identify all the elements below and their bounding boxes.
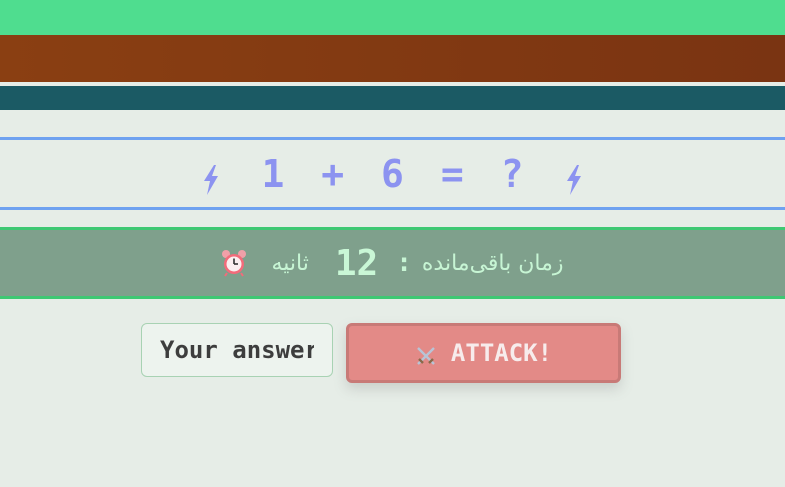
timer-row: زمان باقی‌مانده : 12 ثانیه	[0, 230, 785, 296]
timer-label: زمان باقی‌مانده	[421, 250, 564, 276]
attack-button[interactable]: ATTACK!	[346, 323, 621, 383]
water-strip	[0, 86, 785, 110]
lightning-bolt-icon	[202, 164, 220, 195]
timer-bar: زمان باقی‌مانده : 12 ثانیه	[0, 227, 785, 299]
dirt-strip	[0, 35, 785, 82]
lightning-bolt-icon	[565, 164, 583, 195]
equation-panel: 1 + 6 = ?	[0, 137, 785, 210]
alarm-clock-icon	[221, 249, 247, 277]
attack-label: ATTACK!	[450, 339, 553, 367]
timer-unit: ثانیه	[271, 250, 309, 276]
math-problem: 1 + 6 = ?	[261, 151, 524, 196]
answer-input[interactable]	[141, 323, 333, 377]
crossed-swords-icon	[415, 345, 437, 367]
timer-value: 12	[334, 242, 379, 284]
equation-row: 1 + 6 = ?	[0, 140, 785, 207]
grass-strip	[0, 0, 785, 35]
timer-colon: :	[396, 248, 412, 278]
